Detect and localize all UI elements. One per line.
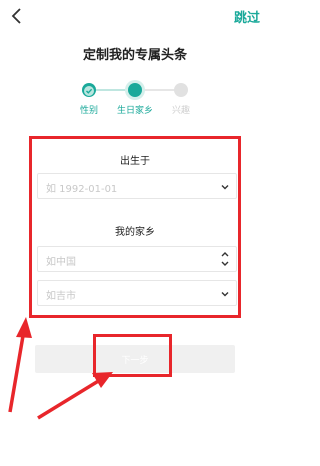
- annotation-arrow-icon: [8, 317, 32, 413]
- annotation-arrows: [8, 317, 113, 420]
- annotation-arrow-icon: [37, 372, 113, 420]
